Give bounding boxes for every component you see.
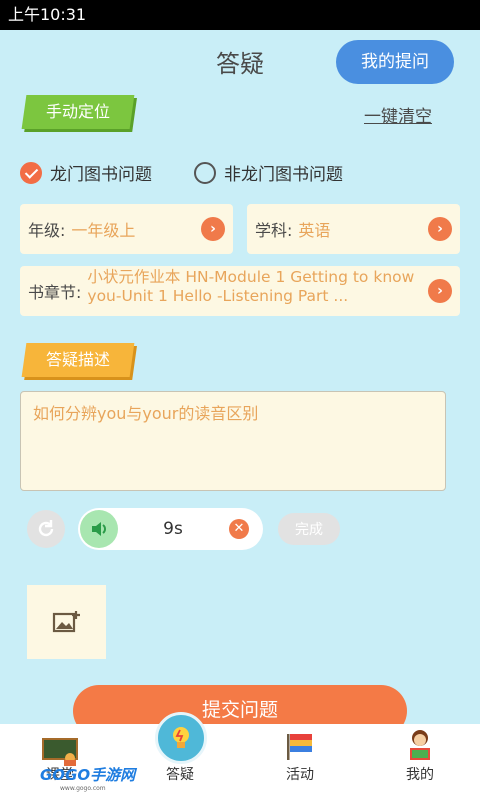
watermark-url: www.gogo.com — [60, 785, 106, 792]
radio-non-longmen-book[interactable]: 非龙门图书问题 — [194, 160, 343, 185]
subject-value: 英语 — [298, 221, 331, 240]
chapter-value: 小状元作业本 HN-Module 1 Getting to know you-U… — [87, 268, 415, 305]
subject-label: 学科: — [255, 221, 293, 240]
status-bar: 上午10:31 — [0, 0, 480, 30]
radio-label: 非龙门图书问题 — [224, 165, 343, 185]
add-image-button[interactable] — [27, 585, 106, 659]
grade-label: 年级: — [28, 221, 66, 240]
add-image-icon — [52, 611, 80, 633]
grade-selector[interactable]: 年级: 一年级上 › — [20, 204, 233, 254]
grade-value: 一年级上 — [71, 221, 136, 240]
clear-all-link[interactable]: 一键清空 — [364, 102, 432, 127]
classroom-icon — [42, 738, 78, 766]
radio-label: 龙门图书问题 — [50, 165, 152, 185]
manual-locate-label: 手动定位 — [46, 102, 111, 121]
manual-locate-button[interactable]: 手动定位 — [21, 95, 135, 129]
refresh-icon — [38, 520, 54, 537]
chapter-selector[interactable]: 书章节: 小状元作业本 HN-Module 1 Getting to know … — [20, 266, 460, 316]
chevron-right-icon: › — [428, 279, 452, 303]
speaker-icon[interactable] — [80, 510, 118, 548]
chevron-right-icon: › — [201, 217, 225, 241]
book-type-radio-group: 龙门图书问题 非龙门图书问题 — [20, 160, 460, 188]
tab-label: 答疑 — [166, 767, 194, 783]
chapter-label: 书章节: — [28, 283, 82, 302]
recording-duration: 9s — [163, 519, 183, 539]
tab-activity[interactable]: 活动 — [240, 724, 360, 800]
subject-selector[interactable]: 学科: 英语 › — [247, 204, 460, 254]
reading-person-icon — [410, 730, 430, 760]
chevron-right-icon: › — [428, 217, 452, 241]
description-input[interactable]: 如何分辨you与your的读音区别 — [20, 391, 446, 491]
delete-recording-icon[interactable]: ✕ — [229, 519, 249, 539]
radio-checked-icon — [20, 161, 42, 184]
lightbulb-icon[interactable] — [155, 712, 207, 764]
radio-unchecked-icon — [194, 161, 216, 184]
status-time: 上午10:31 — [8, 5, 87, 24]
voice-recording[interactable]: 9s ✕ — [78, 508, 263, 550]
description-tag: 答疑描述 — [21, 343, 135, 377]
radio-longmen-book[interactable]: 龙门图书问题 — [20, 160, 152, 185]
description-tag-label: 答疑描述 — [46, 350, 111, 369]
done-button[interactable]: 完成 — [278, 513, 340, 545]
tab-label: 我的 — [406, 767, 434, 783]
my-questions-button[interactable]: 我的提问 — [336, 40, 454, 84]
flag-icon — [287, 734, 312, 760]
tab-label: 活动 — [286, 767, 314, 783]
tab-mine[interactable]: 我的 — [360, 724, 480, 800]
rerecord-button[interactable] — [27, 510, 65, 548]
watermark-logo: GOGO手游网 — [40, 766, 136, 784]
